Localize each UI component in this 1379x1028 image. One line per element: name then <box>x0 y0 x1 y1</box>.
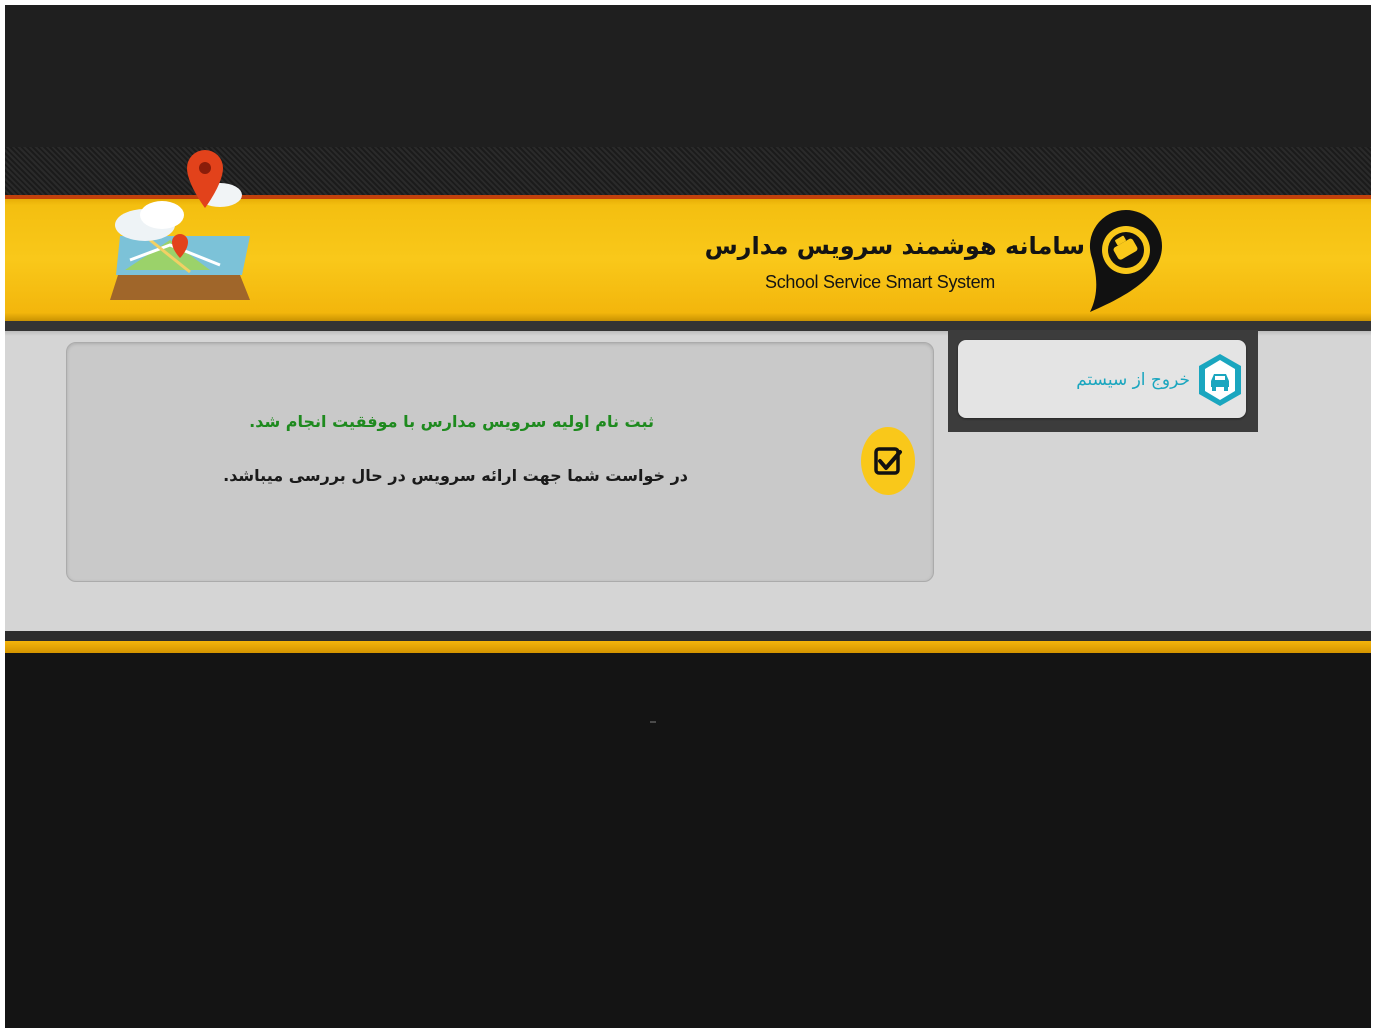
brand: سامانه هوشمند سرویس مدارس School Service… <box>705 232 1085 302</box>
app-title: سامانه هوشمند سرویس مدارس <box>704 232 1085 260</box>
checkbox-icon <box>861 427 915 495</box>
car-hexagon-icon[interactable] <box>1197 352 1243 408</box>
footer-divider <box>5 631 1371 641</box>
message-panel <box>66 342 934 582</box>
status-message: در خواست شما جهت ارائه سرویس در حال بررس… <box>223 466 688 485</box>
taxi-pin-icon <box>1089 209 1162 312</box>
footer-accent-bar <box>5 641 1371 653</box>
logout-link[interactable]: خروج از سیستم <box>1030 364 1190 396</box>
success-message: ثبت نام اولیه سرویس مدارس با موفقیت انجا… <box>249 412 654 431</box>
footer-mark <box>650 721 656 723</box>
app-subtitle: School Service Smart System <box>765 272 995 292</box>
map-pin-icon <box>110 150 250 300</box>
